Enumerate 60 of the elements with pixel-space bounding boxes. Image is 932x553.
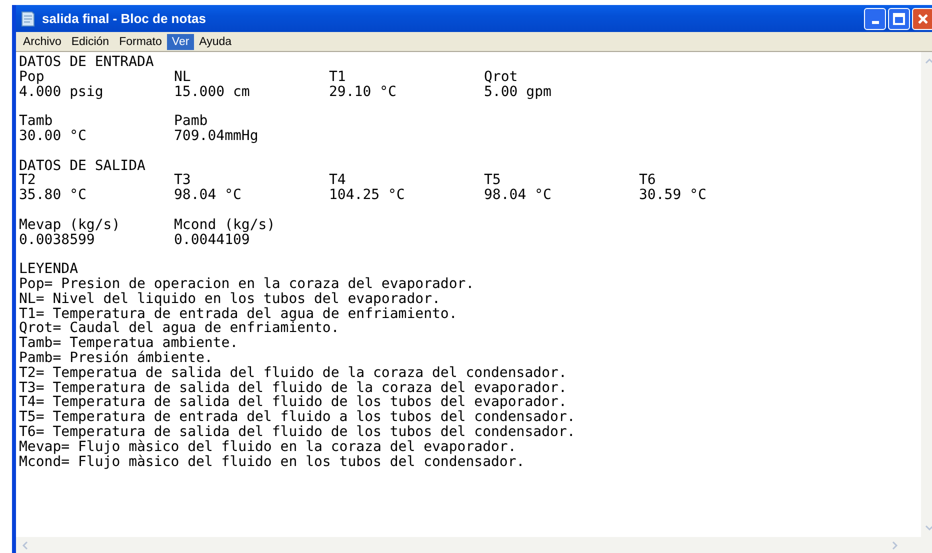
- section-heading: DATOS DE ENTRADA: [19, 55, 155, 70]
- window-title: salida final - Bloc de notas: [42, 11, 206, 26]
- legend-line: Tamb= Temperatua ambiente.: [19, 336, 240, 351]
- close-button[interactable]: [912, 8, 932, 30]
- menu-item[interactable]: Ayuda: [194, 34, 237, 50]
- field-value: 30.59 °C: [639, 188, 708, 203]
- legend-line: Mevap= Flujo màsico del fluido en la coraza del evaporador.: [19, 440, 518, 455]
- legend-line: T3= Temperatura de salida del fluido de la coraza del evaporador.: [19, 380, 568, 396]
- menu-item[interactable]: Archivo: [18, 34, 66, 50]
- scroll-left-icon[interactable]: [22, 541, 28, 550]
- notepad-icon: [20, 10, 36, 28]
- field-value: 709.04mmHg: [174, 128, 260, 144]
- field-label: NL: [174, 70, 192, 85]
- field-value: 98.04 °C: [484, 188, 552, 203]
- field-value: 15.000 cm: [174, 84, 251, 100]
- legend-line: T2= Temperatua de salida del fluido de la coraza del condensador.: [19, 366, 568, 381]
- field-label: Mevap (kg/s): [19, 218, 122, 233]
- field-label: Qrot: [484, 70, 519, 85]
- field-label: T1: [329, 70, 347, 85]
- field-label: Tamb: [19, 114, 54, 129]
- minimize-icon: [872, 21, 878, 24]
- field-label: T3: [174, 173, 192, 188]
- field-value: 0.0044109: [174, 232, 250, 248]
- scroll-right-icon[interactable]: [892, 541, 898, 550]
- legend-line: Mcond= Flujo màsico del fluido en los tubos del condensador.: [19, 454, 526, 470]
- maximize-button[interactable]: [888, 8, 910, 30]
- legend-line: Pamb= Presión ámbiente.: [19, 350, 214, 366]
- scroll-down-icon[interactable]: [925, 525, 932, 531]
- menu-item[interactable]: Edición: [66, 34, 114, 50]
- field-value: 5.00 gpm: [484, 84, 552, 100]
- field-value: 104.25 °C: [329, 188, 406, 203]
- legend-line: T5= Temperatura de entrada del fluido a los tubos del condensador.: [19, 410, 576, 425]
- field-value: 4.000 psig: [19, 84, 104, 100]
- field-value: 98.04 °C: [174, 188, 242, 203]
- field-value: 0.0038599: [19, 232, 95, 248]
- field-label: Pamb: [174, 114, 209, 129]
- field-label: T5: [484, 173, 502, 188]
- legend-line: NL= Nivel del liquido en los tubos del evaporador.: [19, 292, 440, 307]
- field-value: 30.00 °C: [19, 128, 88, 144]
- minimize-button[interactable]: [864, 8, 886, 30]
- legend-heading: LEYENDA: [19, 262, 78, 277]
- field-label: T4: [329, 173, 347, 188]
- section-heading: DATOS DE SALIDA: [19, 158, 146, 174]
- legend-line: T1= Temperatura de entrada del agua de enfriamiento.: [19, 306, 458, 322]
- field-label: Pop: [19, 70, 46, 85]
- field-value: 35.80 °C: [19, 188, 88, 203]
- legend-line: T4= Temperatura de salida del fluido de los tubos del evaporador.: [19, 395, 567, 410]
- field-label: Mcond (kg/s): [174, 218, 276, 233]
- legend-line: T6= Temperatura de salida del fluido de los tubos del condensador.: [19, 424, 576, 440]
- horizontal-scrollbar[interactable]: [16, 537, 932, 553]
- field-value: 29.10 °C: [329, 84, 398, 100]
- legend-line: Qrot= Caudal del agua de enfriamiento.: [19, 321, 340, 336]
- field-label: T6: [639, 173, 657, 188]
- menu-item[interactable]: Formato: [114, 34, 167, 50]
- menu-item[interactable]: Ver: [166, 34, 194, 50]
- scroll-up-icon[interactable]: [925, 58, 932, 64]
- legend-line: Pop= Presion de operacion en la coraza del evaporador.: [19, 276, 476, 292]
- field-label: T2: [19, 173, 37, 188]
- close-icon: [917, 12, 929, 24]
- maximize-icon: [893, 12, 905, 24]
